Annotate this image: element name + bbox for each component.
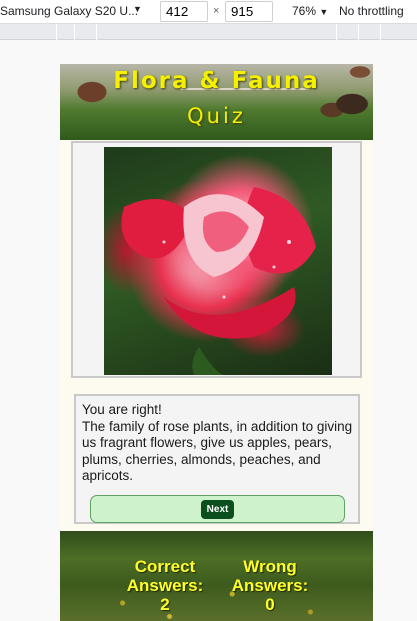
answer-explanation: The family of rose plants, in addition t… (82, 418, 353, 484)
viewport-height-input[interactable] (225, 1, 273, 22)
viewport-width-input[interactable] (160, 1, 208, 22)
page-subtitle: Quiz (187, 104, 246, 128)
correct-answers-value: 2 (160, 595, 170, 614)
devtools-device-toolbar: Samsung Galaxy S20 U... ▼ × 76% ▼ No thr… (0, 0, 417, 24)
score-footer: Correct Answers: 2 Wrong Answers: 0 (60, 531, 373, 621)
rose-image (104, 147, 332, 375)
media-query-ruler (0, 24, 417, 40)
correct-answers-label: Correct Answers: (126, 557, 204, 595)
wrong-answers-value: 0 (265, 595, 275, 614)
wrong-answers-label: Wrong Answers: (231, 557, 309, 595)
throttling-select[interactable]: No throttling (339, 4, 404, 18)
page-title: Flora & Fauna (113, 68, 320, 94)
quiz-page: Flora & Fauna Quiz You are right! The fa… (60, 64, 373, 621)
correct-answers-score: Correct Answers: 2 (110, 557, 220, 614)
rose-illustration (121, 187, 316, 375)
answer-result: You are right! (82, 402, 162, 417)
device-select[interactable]: Samsung Galaxy S20 U... (0, 4, 138, 18)
device-viewport: Flora & Fauna Quiz You are right! The fa… (0, 40, 417, 621)
question-image-card (71, 141, 362, 378)
next-button[interactable]: Next (201, 500, 234, 519)
dimension-times-symbol: × (213, 5, 220, 17)
wrong-answers-score: Wrong Answers: 0 (215, 557, 325, 614)
next-button-container: Next (90, 495, 345, 523)
header-banner: Flora & Fauna Quiz (60, 64, 373, 140)
zoom-select[interactable]: 76% ▼ (292, 4, 328, 18)
answer-feedback-card: You are right! The family of rose plants… (74, 394, 360, 524)
device-dropdown-caret-icon[interactable]: ▼ (133, 4, 142, 14)
zoom-value: 76% (292, 4, 317, 18)
zoom-dropdown-caret-icon: ▼ (319, 7, 329, 17)
